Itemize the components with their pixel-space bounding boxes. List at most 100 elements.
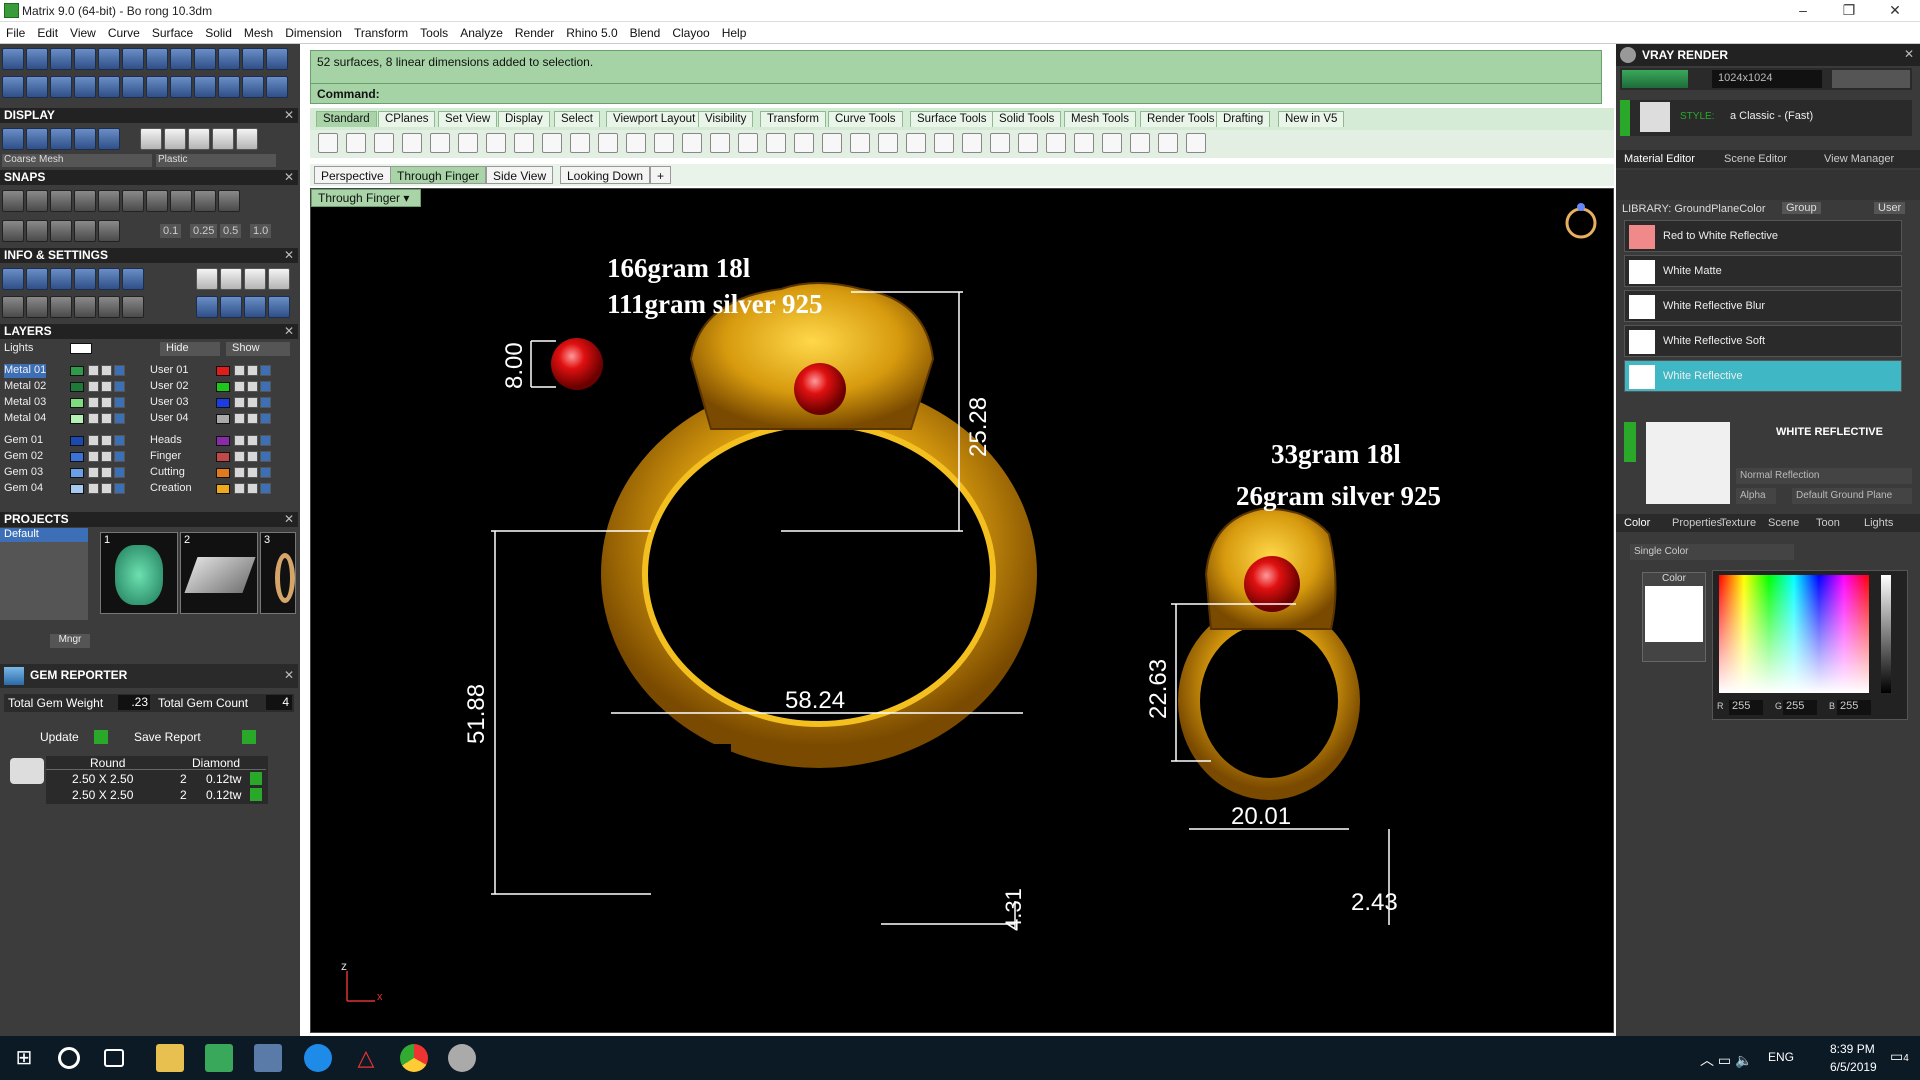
property-tab-2[interactable]: Texture bbox=[1720, 517, 1756, 529]
layer-color-swatch[interactable] bbox=[216, 414, 230, 424]
tool-button[interactable] bbox=[220, 268, 242, 290]
viewport-tab-2[interactable]: Side View bbox=[486, 166, 554, 184]
layer-current-icon[interactable] bbox=[114, 451, 125, 462]
layer-color-swatch[interactable] bbox=[70, 484, 84, 494]
tool-button[interactable] bbox=[170, 76, 192, 98]
layer-lock-icon[interactable] bbox=[88, 397, 99, 408]
layer-lock-icon[interactable] bbox=[88, 381, 99, 392]
menu-item-11[interactable]: Render bbox=[509, 22, 560, 40]
color-mode-select[interactable]: Single Color bbox=[1630, 544, 1794, 560]
tool-button[interactable] bbox=[218, 76, 240, 98]
toolbar-icon[interactable] bbox=[738, 133, 758, 153]
tool-button[interactable] bbox=[2, 220, 24, 242]
notification-icon[interactable]: ▭4 bbox=[1890, 1048, 1909, 1065]
layer-name[interactable]: Metal 04 bbox=[4, 412, 46, 426]
layer-lock-icon[interactable] bbox=[234, 413, 245, 424]
toolbar-icon[interactable] bbox=[346, 133, 366, 153]
update-play-icon[interactable] bbox=[94, 730, 108, 744]
add-viewport-tab-icon[interactable]: + bbox=[650, 166, 672, 184]
tray-icons[interactable]: ︿ ▭ 🔈 bbox=[1700, 1050, 1752, 1070]
tool-button[interactable] bbox=[140, 128, 162, 150]
tool-button[interactable] bbox=[170, 48, 192, 70]
gem-ruby[interactable] bbox=[551, 338, 603, 390]
zalo-icon[interactable] bbox=[304, 1044, 332, 1072]
toolbar-icon[interactable] bbox=[766, 133, 786, 153]
layer-name[interactable]: Gem 02 bbox=[4, 450, 43, 464]
layer-lock-icon[interactable] bbox=[234, 451, 245, 462]
toolbar-tab-9[interactable]: Surface Tools bbox=[910, 111, 994, 127]
tool-button[interactable] bbox=[122, 268, 144, 290]
viewport[interactable]: Through Finger ▾ 166gram 18l 111gram sil… bbox=[310, 188, 1614, 1033]
layer-color-swatch[interactable] bbox=[216, 468, 230, 478]
layer-visibility-icon[interactable] bbox=[101, 435, 112, 446]
style-value[interactable]: a Classic - (Fast) bbox=[1730, 110, 1813, 122]
layer-current-icon[interactable] bbox=[114, 413, 125, 424]
project-thumb-3[interactable]: 3 bbox=[260, 532, 296, 614]
menu-item-7[interactable]: Dimension bbox=[279, 22, 348, 40]
property-tab-0[interactable]: Color bbox=[1624, 517, 1650, 529]
tool-button[interactable] bbox=[74, 190, 96, 212]
layer-lock-icon[interactable] bbox=[88, 483, 99, 494]
layer-current-icon[interactable] bbox=[260, 483, 271, 494]
tool-button[interactable] bbox=[2, 76, 24, 98]
tool-button[interactable] bbox=[74, 220, 96, 242]
toolbar-icon[interactable] bbox=[850, 133, 870, 153]
viewport-tab-1[interactable]: Through Finger bbox=[390, 166, 487, 184]
layer-visibility-icon[interactable] bbox=[247, 451, 258, 462]
toolbar-icon[interactable] bbox=[1130, 133, 1150, 153]
toolbar-icon[interactable] bbox=[682, 133, 702, 153]
layer-name[interactable]: Heads bbox=[150, 434, 182, 448]
tool-button[interactable] bbox=[50, 76, 72, 98]
toolbar-tab-8[interactable]: Curve Tools bbox=[828, 111, 903, 127]
close-icon[interactable]: ✕ bbox=[1904, 47, 1914, 61]
menu-item-9[interactable]: Tools bbox=[414, 22, 454, 40]
layer-current-icon[interactable] bbox=[260, 467, 271, 478]
language-indicator[interactable]: ENG bbox=[1768, 1050, 1794, 1064]
editor-tab-1[interactable]: Scene Editor bbox=[1724, 153, 1787, 165]
toolbar-icon[interactable] bbox=[906, 133, 926, 153]
layer-lock-icon[interactable] bbox=[234, 435, 245, 446]
layer-current-icon[interactable] bbox=[260, 451, 271, 462]
layer-visibility-icon[interactable] bbox=[247, 483, 258, 494]
layer-current-icon[interactable] bbox=[260, 413, 271, 424]
tool-button[interactable] bbox=[74, 76, 96, 98]
toolbar-tab-5[interactable]: Viewport Layout bbox=[606, 111, 703, 127]
toolbar-icon[interactable] bbox=[486, 133, 506, 153]
r-value[interactable]: 255 bbox=[1729, 700, 1763, 715]
toolbar-icon[interactable] bbox=[374, 133, 394, 153]
tool-button[interactable] bbox=[122, 296, 144, 318]
layer-lock-icon[interactable] bbox=[234, 467, 245, 478]
snap-value[interactable]: 1.0 bbox=[250, 224, 272, 238]
material-item[interactable]: White Reflective Soft bbox=[1624, 325, 1902, 357]
toolbar-tab-10[interactable]: Solid Tools bbox=[992, 111, 1062, 127]
tool-button[interactable] bbox=[194, 190, 216, 212]
toolbar-icon[interactable] bbox=[1186, 133, 1206, 153]
tool-button[interactable] bbox=[146, 190, 168, 212]
lights-swatch[interactable] bbox=[70, 343, 92, 354]
tool-button[interactable] bbox=[2, 268, 24, 290]
layer-visibility-icon[interactable] bbox=[247, 365, 258, 376]
menu-item-4[interactable]: Surface bbox=[146, 22, 199, 40]
tool-button[interactable] bbox=[50, 128, 72, 150]
toolbar-icon[interactable] bbox=[402, 133, 422, 153]
layer-name[interactable]: Metal 01 bbox=[4, 364, 47, 378]
layer-lock-icon[interactable] bbox=[234, 381, 245, 392]
tool-button[interactable] bbox=[194, 48, 216, 70]
layer-name[interactable]: Gem 01 bbox=[4, 434, 43, 448]
tool-button[interactable] bbox=[74, 268, 96, 290]
layer-visibility-icon[interactable] bbox=[101, 397, 112, 408]
layer-lock-icon[interactable] bbox=[234, 397, 245, 408]
tool-button[interactable] bbox=[50, 296, 72, 318]
project-thumb-1[interactable]: 1 bbox=[100, 532, 178, 614]
b-value[interactable]: 255 bbox=[1837, 700, 1871, 715]
autodesk-icon[interactable]: △ bbox=[352, 1044, 380, 1072]
preview-collapse-icon[interactable] bbox=[1624, 422, 1636, 462]
property-tab-1[interactable]: Properties bbox=[1672, 517, 1722, 529]
layer-name[interactable]: Creation bbox=[150, 482, 192, 496]
toolbar-icon[interactable] bbox=[934, 133, 954, 153]
material-item[interactable]: White Reflective Blur bbox=[1624, 290, 1902, 322]
layer-lock-icon[interactable] bbox=[88, 435, 99, 446]
layer-name[interactable]: Gem 03 bbox=[4, 466, 43, 480]
property-tab-3[interactable]: Scene bbox=[1768, 517, 1799, 529]
tool-button[interactable] bbox=[218, 190, 240, 212]
